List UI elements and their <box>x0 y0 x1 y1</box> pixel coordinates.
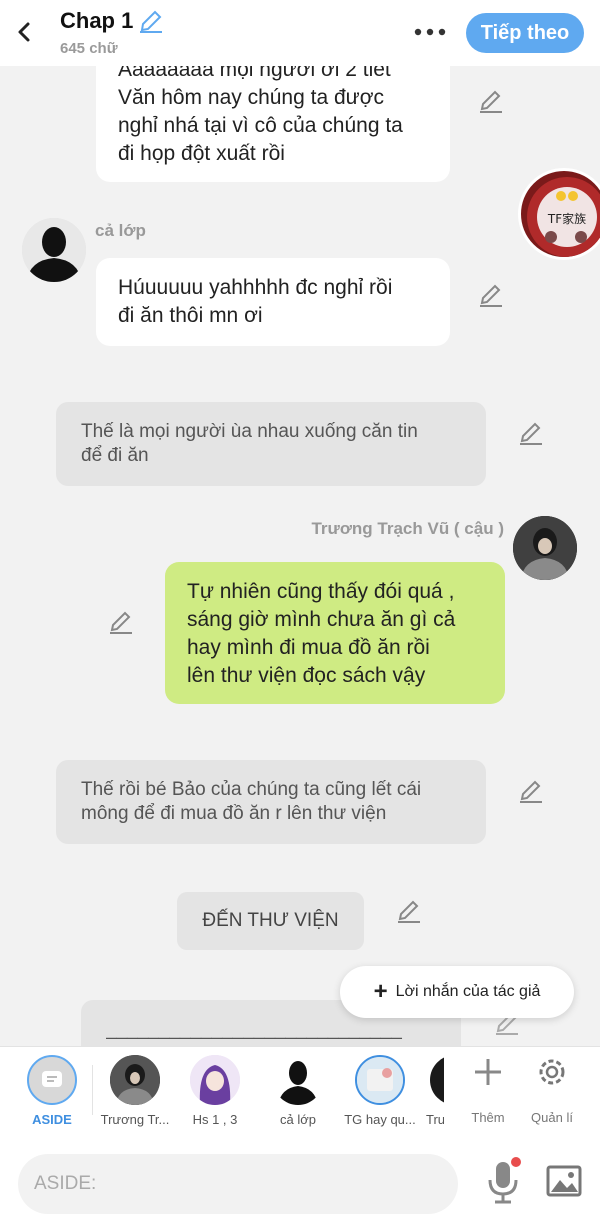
character-hs13[interactable]: Hs 1 , 3 <box>175 1055 255 1127</box>
microphone-icon[interactable] <box>485 1156 521 1206</box>
gear-icon <box>539 1059 565 1085</box>
character-avatar[interactable] <box>513 516 577 580</box>
message-bubble[interactable]: Aaaaaaaa mọi người ơi 2 tiết Văn hôm nay… <box>96 66 450 182</box>
plus-icon <box>475 1059 501 1085</box>
message-line: Tự nhiên cũng thấy đói quá , <box>187 580 455 603</box>
character-ca-lop[interactable]: cả lớp <box>258 1055 338 1127</box>
sticker-image: TF家族 <box>518 168 600 260</box>
narration-line: ____________________________ <box>106 1019 402 1040</box>
author-note-button[interactable]: + Lời nhắn của tác giả <box>340 966 574 1018</box>
edit-pencil-icon[interactable] <box>396 898 422 924</box>
character-name: cả lớp <box>95 221 146 240</box>
next-button[interactable]: Tiếp theo <box>466 13 584 53</box>
image-icon[interactable] <box>545 1162 583 1200</box>
character-label: Trương Tr... <box>100 1112 170 1127</box>
character-name: Trương Trạch Vũ ( cậu ) <box>311 519 504 538</box>
character-avatar <box>273 1055 323 1105</box>
plus-icon: + <box>373 978 388 1005</box>
edit-pencil-icon[interactable] <box>518 420 544 446</box>
message-line: sáng giờ mình chưa ăn gì cả <box>187 608 456 631</box>
character-label: cả lớp <box>280 1112 316 1127</box>
message-bubble[interactable]: Húuuuuu yahhhhh đc nghỉ rồi đi ăn thôi m… <box>96 258 450 346</box>
message-input[interactable]: ASIDE: <box>18 1154 458 1214</box>
character-label: Trư <box>426 1112 444 1127</box>
message-line: Văn hôm nay chúng ta được <box>118 86 384 109</box>
narration-line: Thế rồi bé Bảo của chúng ta cũng lết cái <box>81 779 422 800</box>
edit-pencil-icon[interactable] <box>108 609 134 635</box>
narration-block[interactable]: Thế là mọi người ùa nhau xuống căn tin đ… <box>56 402 486 486</box>
message-bubble[interactable]: Tự nhiên cũng thấy đói quá , sáng giờ mì… <box>165 562 505 704</box>
message-line: hay mình đi mua đồ ăn rồi <box>187 636 430 659</box>
top-bar: Chap 1 645 chữ Tiếp theo <box>0 0 600 66</box>
character-avatar <box>430 1055 444 1105</box>
divider <box>92 1065 93 1115</box>
word-count: 645 chữ <box>60 40 118 57</box>
edit-pencil-icon[interactable] <box>478 282 504 308</box>
edit-pencil-icon[interactable] <box>478 88 504 114</box>
edit-pencil-icon[interactable] <box>518 778 544 804</box>
character-label: TG hay qu... <box>344 1112 416 1127</box>
message-line: đi họp đột xuất rồi <box>118 142 285 165</box>
narration-line: mông để đi mua đồ ăn r lên thư viện <box>81 803 387 824</box>
character-truong-2[interactable]: Trư <box>420 1055 444 1127</box>
character-label: ASIDE <box>32 1112 72 1127</box>
character-avatar <box>355 1055 405 1105</box>
character-avatar <box>190 1055 240 1105</box>
message-line: Húuuuuu yahhhhh đc nghỉ rồi <box>118 276 393 299</box>
chat-feed[interactable]: Aaaaaaaa mọi người ơi 2 tiết Văn hôm nay… <box>0 66 600 1046</box>
message-line: lên thư viện đọc sách vậy <box>187 664 426 687</box>
narration-block[interactable]: Thế rồi bé Bảo của chúng ta cũng lết cái… <box>56 760 486 844</box>
character-selector-bar: ASIDE Trương Tr... Hs 1 , 3 cả lớp TG ha… <box>0 1046 600 1142</box>
message-line: đi ăn thôi mn ơi <box>118 304 263 327</box>
message-line: Aaaaaaaa mọi người ơi 2 tiết <box>118 66 391 81</box>
message-line: nghỉ nhá tại vì cô của chúng ta <box>118 114 403 137</box>
input-bar: ASIDE: <box>0 1142 600 1226</box>
character-tg[interactable]: TG hay qu... <box>340 1055 420 1127</box>
manage-characters-button[interactable]: Quản lí <box>522 1055 582 1125</box>
chapter-title[interactable]: Chap 1 <box>60 8 133 34</box>
character-avatar <box>110 1055 160 1105</box>
sticker-text: TF家族 <box>547 211 586 226</box>
add-label: Thêm <box>471 1110 505 1125</box>
character-avatar[interactable] <box>22 218 86 282</box>
scene-event-block[interactable]: ĐẾN THƯ VIỆN <box>177 892 364 950</box>
narration-line: Thế là mọi người ùa nhau xuống căn tin <box>81 421 418 442</box>
narration-line: để đi ăn <box>81 445 149 466</box>
author-note-label: Lời nhắn của tác giả <box>395 983 541 1000</box>
character-truong[interactable]: Trương Tr... <box>95 1055 175 1127</box>
edit-title-pencil-icon[interactable] <box>138 8 164 34</box>
back-arrow-icon[interactable] <box>12 18 38 46</box>
manage-label: Quản lí <box>531 1110 573 1125</box>
character-label: Hs 1 , 3 <box>192 1112 238 1127</box>
aside-avatar-icon <box>27 1055 77 1105</box>
character-aside[interactable]: ASIDE <box>12 1055 92 1127</box>
add-character-button[interactable]: Thêm <box>458 1055 518 1125</box>
more-options-icon[interactable] <box>412 22 448 42</box>
